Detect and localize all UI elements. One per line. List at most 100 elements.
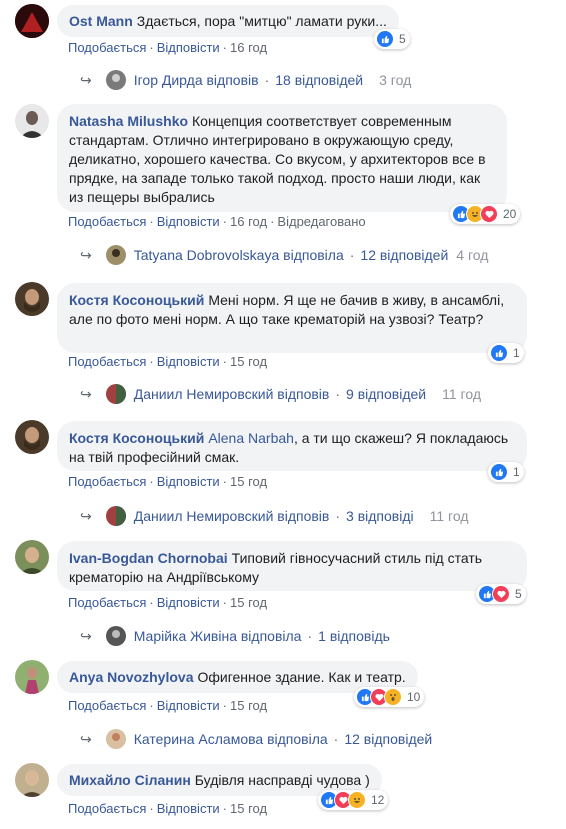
reaction-summary[interactable]: 5 <box>374 29 410 49</box>
reaction-summary[interactable]: 12 <box>318 790 389 810</box>
avatar[interactable] <box>15 104 49 138</box>
comment-author[interactable]: Михайло Сіланин <box>69 772 191 788</box>
haha-reaction-icon <box>348 791 366 809</box>
comment-bubble: Ost Mann Здається, пора "митцю" ламати ру… <box>57 5 399 37</box>
avatar <box>105 506 126 526</box>
like-link[interactable]: Подобається <box>68 354 146 369</box>
reply-arrow-icon: ↪ <box>80 71 92 88</box>
reply-time: 11 год <box>429 508 469 524</box>
comment-author[interactable]: Anya Novozhylova <box>69 669 193 685</box>
avatar[interactable] <box>15 660 49 694</box>
like-link[interactable]: Подобається <box>68 698 146 713</box>
love-reaction-icon <box>480 205 498 223</box>
replies-summary[interactable]: ↪ Даниил Немировский відповів · 3 відпові… <box>80 506 469 526</box>
reply-link[interactable]: Відповісти <box>157 595 220 610</box>
reply-count: 9 відповідей <box>346 386 427 402</box>
avatar[interactable] <box>15 540 49 574</box>
like-link[interactable]: Подобається <box>68 595 146 610</box>
replies-summary[interactable]: ↪ Ігор Дирда відповів · 18 відповідей 3 г… <box>80 70 411 90</box>
love-reaction-icon <box>492 585 510 603</box>
reaction-summary[interactable]: 10 <box>354 687 425 707</box>
reply-time: 11 год <box>442 386 481 402</box>
like-reaction-icon <box>490 463 508 481</box>
comment-bubble: Natasha Milushko Концепция соответствует … <box>57 104 507 212</box>
reaction-count: 10 <box>407 690 421 704</box>
reaction-count: 12 <box>371 793 385 807</box>
replies-summary[interactable]: ↪ Tatyana Dobrovolskaya відповіла · 12 ві… <box>80 245 488 265</box>
reaction-count: 1 <box>513 465 520 479</box>
comment-actions: Подобається · Відповісти · 15 год <box>68 474 268 489</box>
reaction-summary[interactable]: 1 <box>488 462 524 482</box>
mention-link[interactable]: Alena Narbah <box>208 430 294 446</box>
avatar[interactable] <box>15 282 49 316</box>
like-link[interactable]: Подобається <box>68 40 146 55</box>
comment-time[interactable]: 15 год <box>230 474 267 489</box>
reaction-summary[interactable]: 20 <box>450 204 521 224</box>
avatar[interactable] <box>15 420 49 454</box>
comment-actions: Подобається · Відповісти · 16 год · Відредагов… <box>68 214 366 229</box>
comment-author[interactable]: Ivan-Bogdan Chornobai <box>69 550 228 566</box>
comment-author[interactable]: Костя Косоноцький <box>69 292 204 308</box>
reply-arrow-icon: ↪ <box>80 627 92 644</box>
like-reaction-icon <box>490 344 508 362</box>
like-reaction-icon <box>376 30 394 48</box>
comment-author[interactable]: Костя Косоноцький <box>69 430 204 446</box>
comment-actions: Подобається · Відповісти · 15 год <box>68 595 268 610</box>
reply-author: Даниил Немировский відповів <box>133 508 330 524</box>
reply-author: Tatyana Dobrovolskaya відповіла <box>133 247 344 263</box>
reply-arrow-icon: ↪ <box>80 507 92 524</box>
reaction-summary[interactable]: 5 <box>476 584 526 604</box>
comment-time[interactable]: 15 год <box>230 698 267 713</box>
like-link[interactable]: Подобається <box>68 214 146 229</box>
reply-link[interactable]: Відповісти <box>157 214 220 229</box>
comment-author[interactable]: Ost Mann <box>69 13 133 29</box>
reply-arrow-icon: ↪ <box>80 246 92 263</box>
comment-time[interactable]: 16 год <box>230 40 267 55</box>
avatar[interactable] <box>15 763 49 797</box>
comment-author[interactable]: Natasha Milushko <box>69 113 188 129</box>
comment-text: Офигенное здание. Как и театр. <box>197 669 406 685</box>
avatar[interactable] <box>15 4 49 38</box>
comment-time[interactable]: 15 год <box>230 595 267 610</box>
comment-bubble: Костя Косоноцький Мені норм. Я ще не бачи… <box>57 283 527 353</box>
reply-link[interactable]: Відповісти <box>157 698 220 713</box>
reply-count: 12 відповідей <box>344 731 433 747</box>
avatar <box>105 626 126 646</box>
reaction-count: 5 <box>515 587 522 601</box>
comment-time[interactable]: 15 год <box>230 354 267 369</box>
reaction-count: 5 <box>399 32 406 46</box>
reply-arrow-icon: ↪ <box>80 730 92 747</box>
wow-reaction-icon <box>384 688 402 706</box>
replies-summary[interactable]: ↪ Даниил Немировский відповів · 9 відпові… <box>80 384 481 404</box>
reaction-summary[interactable]: 1 <box>488 343 524 363</box>
avatar <box>105 245 126 265</box>
reaction-count: 1 <box>513 346 520 360</box>
comment-bubble: Ivan-Bogdan Chornobai Типовий гівносучасн… <box>57 541 527 591</box>
reply-author: Даниил Немировский відповів <box>133 386 330 402</box>
edited-label[interactable]: Відредаговано <box>277 214 365 229</box>
comment-actions: Подобається · Відповісти · 15 год <box>68 698 268 713</box>
comment-actions: Подобається · Відповісти · 16 год <box>68 40 268 55</box>
comment-time[interactable]: 16 год <box>230 214 267 229</box>
reply-link[interactable]: Відповісти <box>157 474 220 489</box>
reply-author: Ігор Дирда відповів <box>133 72 259 88</box>
reply-link[interactable]: Відповісти <box>157 801 220 816</box>
reply-link[interactable]: Відповісти <box>157 354 220 369</box>
replies-summary[interactable]: ↪ Катерина Асламова відповіла · 12 відпов… <box>80 729 432 749</box>
reply-time: 3 год <box>379 72 412 88</box>
comment-time[interactable]: 15 год <box>230 801 267 816</box>
reply-link[interactable]: Відповісти <box>157 40 220 55</box>
like-link[interactable]: Подобається <box>68 801 146 816</box>
reply-author: Катерина Асламова відповіла <box>133 731 328 747</box>
reply-author: Марійка Живіна відповіла <box>133 628 302 644</box>
reaction-count: 20 <box>503 207 517 221</box>
avatar <box>105 70 126 90</box>
replies-summary[interactable]: ↪ Марійка Живіна відповіла · 1 відповідь <box>80 626 390 646</box>
comment-text: Будівля насправді чудова ) <box>194 772 370 788</box>
like-link[interactable]: Подобається <box>68 474 146 489</box>
reply-count: 12 відповідей <box>360 247 449 263</box>
reply-arrow-icon: ↪ <box>80 385 92 402</box>
avatar <box>105 384 126 404</box>
reply-count: 18 відповідей <box>275 72 364 88</box>
comment-actions: Подобається · Відповісти · 15 год <box>68 801 268 816</box>
